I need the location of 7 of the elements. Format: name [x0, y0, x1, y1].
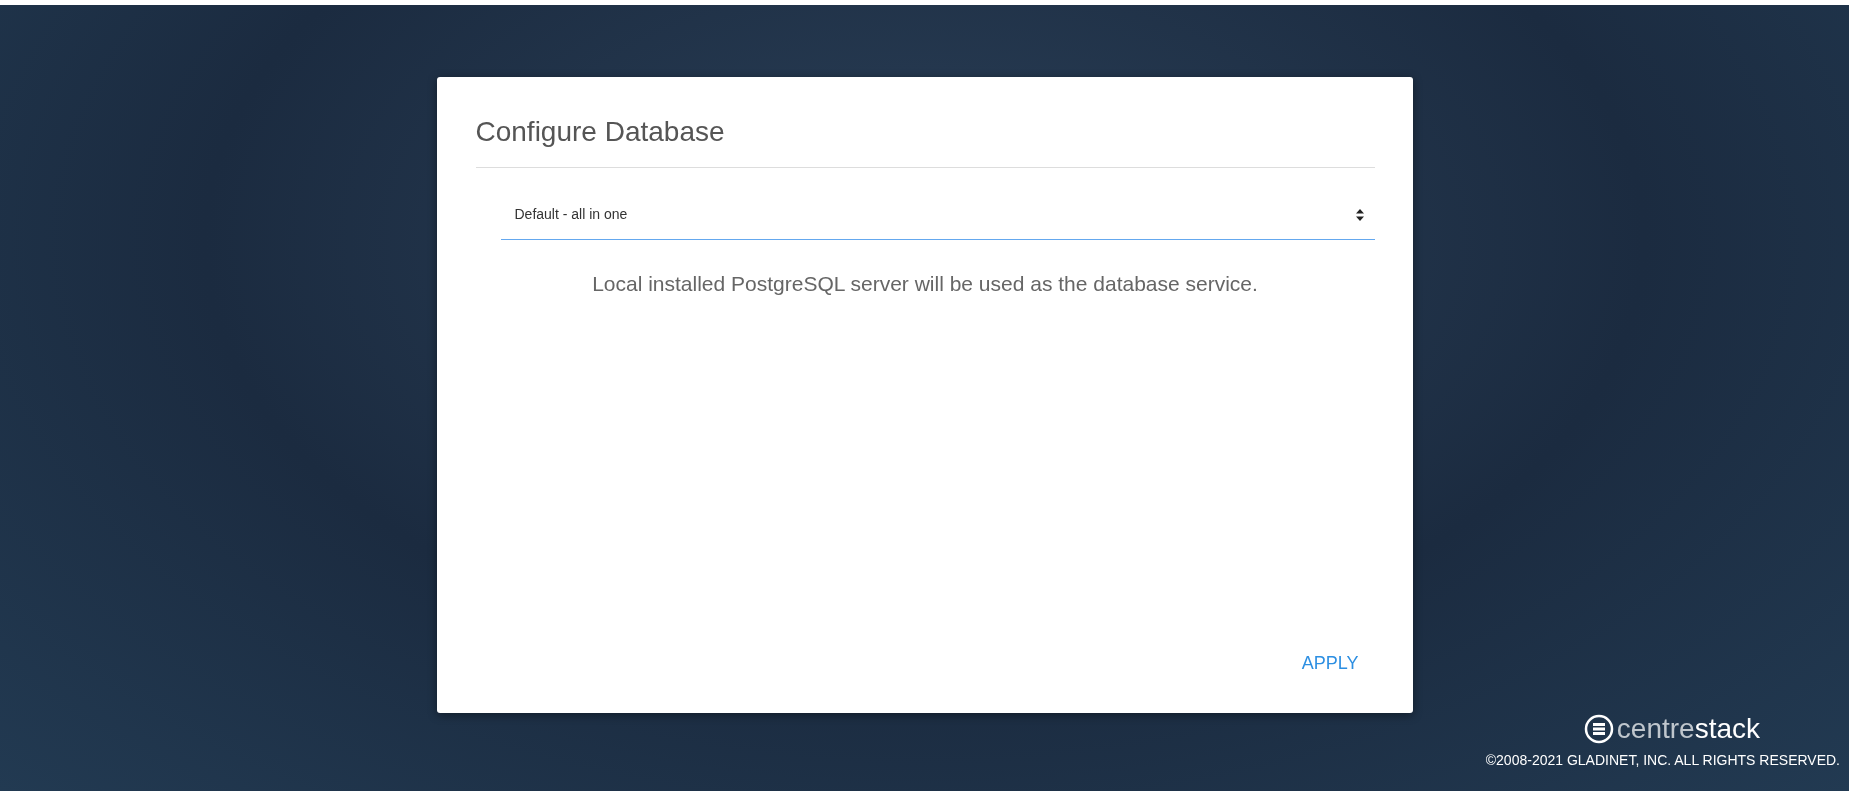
database-select[interactable]: Default - all in one [500, 189, 1375, 240]
description-text: Local installed PostgreSQL server will be used as the database service. [591, 270, 1259, 297]
logo-icon [1583, 714, 1614, 744]
copyright-text: ©2008-2021 GLADINET, INC. ALL RIGHTS RESERVED. [1485, 751, 1840, 770]
sort-arrows-icon [1354, 207, 1365, 222]
logo-wordmark: centrestack [1616, 715, 1760, 743]
dialog-title: Configure Database [475, 115, 1375, 168]
